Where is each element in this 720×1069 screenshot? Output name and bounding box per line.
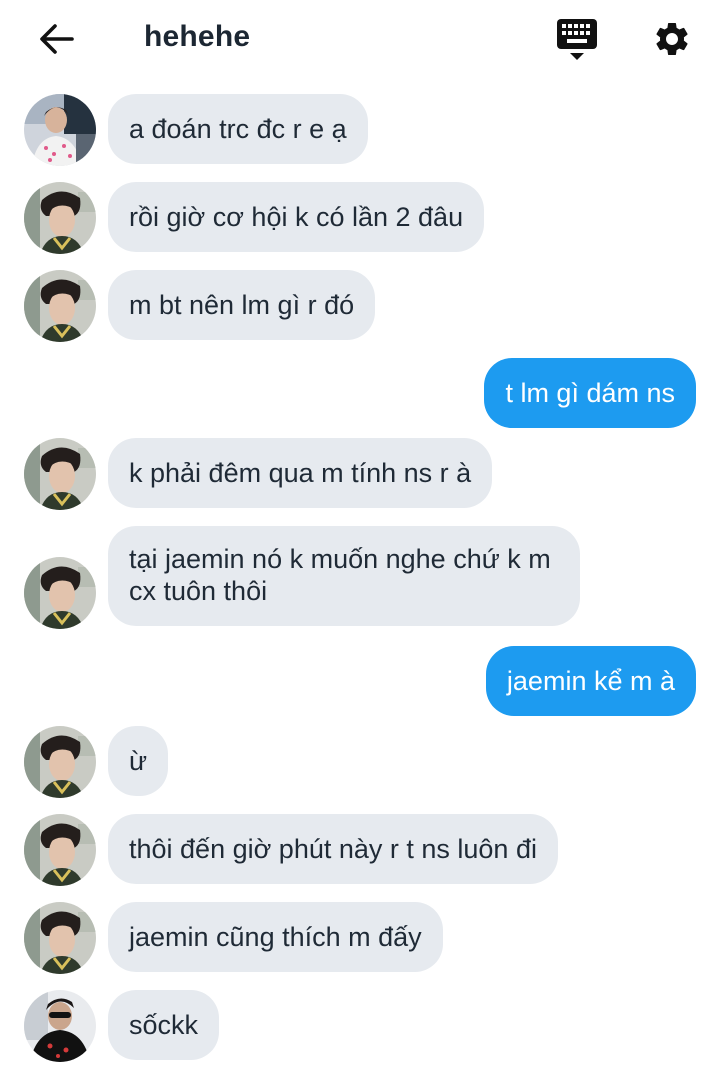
incoming-message-bubble[interactable]: jaemin cũng thích m đấy: [108, 902, 443, 972]
incoming-message-bubble[interactable]: m bt nên lm gì r đó: [108, 270, 376, 340]
incoming-message-bubble[interactable]: thôi đến giờ phút này r t ns luôn đi: [108, 814, 558, 884]
avatar[interactable]: [24, 814, 96, 886]
message-row: jaemin kể m à: [0, 646, 720, 718]
message-row: t lm gì dám ns: [0, 358, 720, 430]
message-row: ừ: [0, 726, 720, 798]
message-row: k phải đêm qua m tính ns r à: [0, 438, 720, 510]
keyboard-icon: [557, 19, 597, 60]
message-row: rồi giờ cơ hội k có lần 2 đâu: [0, 182, 720, 254]
incoming-message-bubble[interactable]: ừ: [108, 726, 169, 796]
back-button[interactable]: [30, 16, 82, 62]
outgoing-message-bubble[interactable]: t lm gì dám ns: [484, 358, 696, 428]
incoming-message-bubble[interactable]: tại jaemin nó k muốn nghe chứ k m cx tuô…: [108, 526, 580, 626]
avatar[interactable]: [24, 557, 96, 629]
incoming-message-bubble[interactable]: k phải đêm qua m tính ns r à: [108, 438, 493, 508]
avatar[interactable]: [24, 94, 96, 166]
gear-icon: [656, 22, 688, 55]
avatar[interactable]: [24, 902, 96, 974]
avatar[interactable]: [24, 270, 96, 342]
conversation-title: hehehe: [144, 20, 251, 53]
settings-button[interactable]: [646, 14, 698, 64]
message-row: sốckk: [0, 990, 720, 1062]
avatar[interactable]: [24, 182, 96, 254]
chat-header: hehehe: [0, 0, 720, 80]
incoming-message-bubble[interactable]: a đoán trc đc r e ạ: [108, 94, 368, 164]
incoming-message-bubble[interactable]: sốckk: [108, 990, 220, 1060]
avatar[interactable]: [24, 438, 96, 510]
message-row: tại jaemin nó k muốn nghe chứ k m cx tuô…: [0, 526, 720, 630]
keyboard-button[interactable]: [551, 16, 603, 64]
message-row: thôi đến giờ phút này r t ns luôn đi: [0, 814, 720, 886]
avatar[interactable]: [24, 726, 96, 798]
avatar[interactable]: [24, 990, 96, 1062]
incoming-message-bubble[interactable]: rồi giờ cơ hội k có lần 2 đâu: [108, 182, 485, 252]
arrow-left-icon: [40, 24, 74, 54]
message-row: jaemin cũng thích m đấy: [0, 902, 720, 974]
message-row: m bt nên lm gì r đó: [0, 270, 720, 342]
outgoing-message-bubble[interactable]: jaemin kể m à: [485, 646, 696, 716]
message-row: a đoán trc đc r e ạ: [0, 94, 720, 166]
